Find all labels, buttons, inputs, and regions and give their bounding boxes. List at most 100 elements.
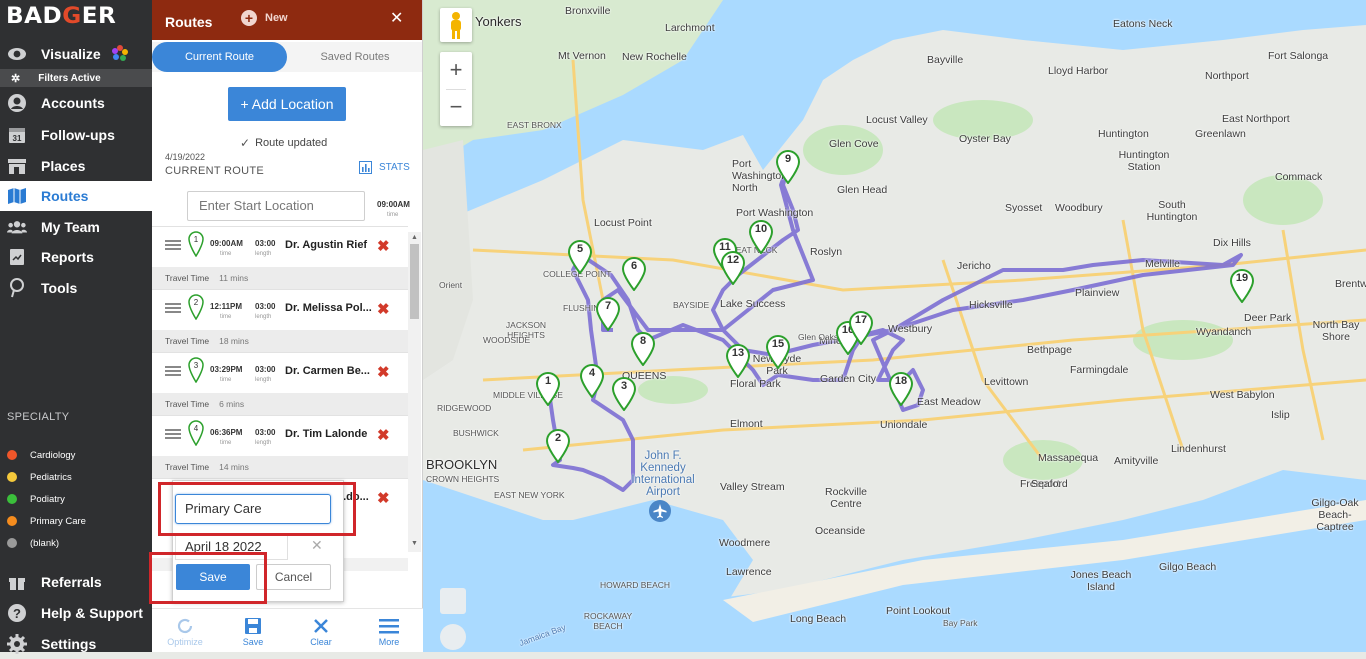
stop-name[interactable]: Dr. Tim Lalonde — [285, 428, 367, 440]
map-label: Port Washington — [736, 207, 814, 219]
add-location-button[interactable]: + Add Location — [228, 87, 346, 121]
user-circle-icon — [7, 93, 27, 113]
specialty-pediatrics[interactable]: Pediatrics — [0, 467, 152, 487]
close-icon[interactable]: ✕ — [390, 8, 403, 28]
route-marker[interactable]: 10 — [748, 220, 774, 255]
optimize-button[interactable]: Optimize — [155, 615, 215, 647]
route-marker[interactable]: 13 — [725, 344, 751, 379]
nav-item-routes[interactable]: Routes — [0, 181, 152, 211]
map-label: Valley Stream — [720, 481, 785, 493]
map-label: Amityville — [1114, 455, 1159, 467]
route-stop[interactable]: 1 09:00AM time 03:00 length Dr. Agustin … — [152, 226, 408, 266]
stats-button[interactable]: STATS — [359, 161, 410, 174]
layers-icon[interactable] — [440, 588, 466, 614]
cancel-button[interactable]: Cancel — [256, 564, 331, 590]
specialty-podiatry[interactable]: Podiatry — [0, 489, 152, 509]
stop-name[interactable]: Dr. Agustin Rief — [285, 239, 367, 251]
route-stop[interactable]: 3 03:29PM time 03:00 length Dr. Carmen B… — [152, 352, 408, 392]
optimize-icon — [155, 615, 215, 637]
specialty-primary-care[interactable]: Primary Care — [0, 511, 152, 531]
tab-current-route[interactable]: Current Route — [152, 42, 287, 72]
route-marker[interactable]: 1 — [535, 372, 561, 407]
map-label: Floral Park — [730, 378, 781, 390]
new-route-button[interactable]: + New — [241, 10, 288, 26]
pin-tool-icon — [7, 278, 27, 298]
filters-active-indicator[interactable]: ✲ Filters Active — [0, 69, 152, 87]
route-marker[interactable]: 17 — [848, 311, 874, 346]
drag-handle-icon[interactable] — [165, 303, 181, 313]
nav-item-my-team[interactable]: My Team — [0, 212, 152, 242]
route-marker[interactable]: 19 — [1229, 269, 1255, 304]
svg-text:4: 4 — [194, 424, 199, 433]
route-marker[interactable]: 4 — [579, 364, 605, 399]
travel-time: Travel Time 18 mins — [152, 330, 408, 352]
store-icon — [7, 156, 27, 176]
drag-handle-icon[interactable] — [165, 429, 181, 439]
badger-logo[interactable]: BADGER — [0, 0, 152, 36]
start-time[interactable]: 09:00AM — [377, 200, 410, 209]
remove-stop-icon[interactable]: ✖ — [377, 489, 390, 507]
route-marker[interactable]: 15 — [765, 335, 791, 370]
route-marker[interactable]: 5 — [567, 240, 593, 275]
map-label: Commack — [1275, 171, 1323, 183]
nav-item-reports[interactable]: Reports — [0, 242, 152, 272]
scroll-up-icon[interactable]: ▲ — [411, 234, 418, 241]
route-marker[interactable]: 7 — [595, 297, 621, 332]
map-label: Greenlawn — [1195, 128, 1246, 140]
nav-item-referrals[interactable]: Referrals — [0, 567, 152, 597]
route-map[interactable]: Yonkers Bronxville Larchmont Eatons Neck… — [423, 0, 1366, 652]
nav-item-accounts[interactable]: Accounts — [0, 88, 152, 118]
stop-name[interactable]: Dr. Melissa Pol... — [285, 302, 372, 314]
stops-scrollbar[interactable]: ▲ ▼ — [408, 232, 421, 552]
nav-item-places[interactable]: Places — [0, 151, 152, 181]
map-label: BAYSIDE — [673, 300, 710, 310]
start-location-input[interactable]: Enter Start Location — [187, 191, 365, 221]
clear-route-button[interactable]: Clear — [291, 615, 351, 647]
map-label: Locust Point — [594, 217, 652, 229]
route-marker[interactable]: 2 — [545, 429, 571, 464]
map-label: Orient — [439, 280, 463, 290]
zoom-in-button[interactable]: + — [440, 52, 472, 89]
locate-icon[interactable] — [440, 624, 466, 650]
start-time-caption: time — [387, 212, 399, 218]
map-label: Rockville Centre — [824, 486, 867, 510]
specialty-cardiology[interactable]: Cardiology — [0, 445, 152, 465]
remove-stop-icon[interactable]: ✖ — [377, 363, 390, 381]
drag-handle-icon[interactable] — [165, 240, 181, 250]
route-marker[interactable]: 18 — [888, 372, 914, 407]
remove-stop-icon[interactable]: ✖ — [377, 300, 390, 318]
nav-item-help-support[interactable]: ? Help & Support — [0, 598, 152, 628]
filter-gear-icon: ✲ — [11, 72, 21, 85]
specialty-blank[interactable]: (blank) — [0, 533, 152, 553]
drag-handle-icon[interactable] — [165, 366, 181, 376]
nav-item-settings[interactable]: Settings — [0, 629, 152, 659]
route-marker[interactable]: 12 — [720, 251, 746, 286]
save-route-button[interactable]: Save — [223, 615, 283, 647]
route-stop[interactable]: 4 06:36PM time 03:00 length Dr. Tim Lalo… — [152, 415, 408, 455]
scroll-down-icon[interactable]: ▼ — [411, 540, 418, 547]
route-stop[interactable]: 2 12:11PM time 03:00 length Dr. Melissa … — [152, 289, 408, 329]
zoom-out-button[interactable]: − — [440, 89, 472, 126]
route-marker[interactable]: 3 — [611, 377, 637, 412]
stop-name[interactable]: Dr. Carmen Be... — [285, 365, 370, 377]
map-label: Melville — [1145, 258, 1181, 270]
route-marker[interactable]: 8 — [630, 332, 656, 367]
route-marker[interactable]: 6 — [621, 257, 647, 292]
eye-icon — [7, 44, 27, 64]
tab-saved-routes[interactable]: Saved Routes — [287, 42, 422, 72]
map-label: Woodbury — [1055, 202, 1103, 214]
map-label: East Meadow — [917, 396, 981, 408]
scroll-thumb[interactable] — [410, 244, 419, 319]
clear-date-icon[interactable]: ✕ — [311, 537, 323, 554]
route-marker[interactable]: 9 — [775, 150, 801, 185]
nav-item-follow-ups[interactable]: 31 Follow-ups — [0, 120, 152, 150]
map-label: Massapequa — [1038, 452, 1099, 464]
street-view-pegman[interactable] — [440, 8, 472, 42]
panel-title: Routes — [165, 14, 213, 30]
nav-item-visualize[interactable]: Visualize — [0, 39, 152, 69]
more-button[interactable]: More — [359, 615, 419, 647]
remove-stop-icon[interactable]: ✖ — [377, 237, 390, 255]
nav-item-tools[interactable]: Tools — [0, 273, 152, 303]
route-date: 4/19/2022 — [165, 152, 206, 162]
remove-stop-icon[interactable]: ✖ — [377, 426, 390, 444]
